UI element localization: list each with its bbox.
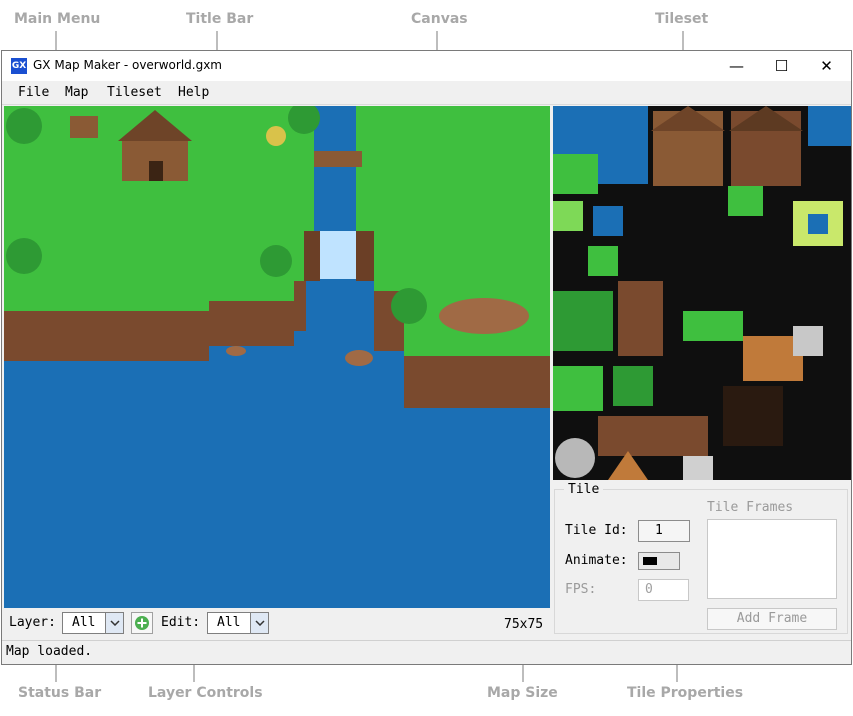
animate-checkbox[interactable]	[638, 552, 680, 570]
callout-main-menu: Main Menu	[14, 11, 101, 27]
menu-help[interactable]: Help	[178, 85, 209, 100]
tile-frames-list[interactable]	[707, 519, 837, 599]
tile-group-title: Tile	[564, 482, 604, 497]
edit-label: Edit:	[161, 615, 201, 630]
map-size-readout: 75x75	[504, 617, 544, 632]
tile-id-label: Tile Id:	[565, 523, 628, 538]
menu-tileset[interactable]: Tileset	[107, 85, 162, 100]
callout-tile-properties: Tile Properties	[627, 685, 744, 701]
layer-select[interactable]: All	[62, 612, 124, 634]
chevron-down-icon	[105, 613, 123, 633]
app-logo-icon: GX	[11, 58, 27, 74]
map-canvas[interactable]	[4, 106, 550, 608]
callout-status-bar: Status Bar	[18, 685, 102, 701]
edit-select[interactable]: All	[207, 612, 269, 634]
app-window: GX GX Map Maker - overworld.gxm — ☐ ✕ Fi…	[1, 50, 852, 665]
close-button[interactable]: ✕	[804, 51, 849, 81]
callout-tileset: Tileset	[655, 11, 709, 27]
minimize-button[interactable]: —	[714, 51, 759, 81]
menu-file[interactable]: File	[18, 85, 49, 100]
callout-map-size: Map Size	[487, 685, 558, 701]
layer-select-value: All	[72, 615, 96, 630]
callout-title-bar: Title Bar	[186, 11, 254, 27]
window-title: GX Map Maker - overworld.gxm	[33, 58, 222, 72]
menu-map[interactable]: Map	[65, 85, 88, 100]
animate-toggle-indicator	[643, 557, 657, 565]
tile-id-field[interactable]: 1	[638, 520, 690, 542]
tile-frames-label: Tile Frames	[707, 500, 794, 515]
callout-layer-controls: Layer Controls	[148, 685, 263, 701]
status-text: Map loaded.	[6, 644, 93, 659]
fps-field[interactable]: 0	[638, 579, 689, 601]
tileset-image	[553, 106, 851, 480]
add-layer-icon[interactable]	[131, 612, 153, 634]
animate-label: Animate:	[565, 553, 628, 568]
status-bar: Map loaded.	[2, 640, 851, 664]
layer-label: Layer:	[9, 615, 56, 630]
edit-select-value: All	[217, 615, 241, 630]
main-menu: File Map Tileset Help	[2, 81, 851, 105]
title-bar[interactable]: GX GX Map Maker - overworld.gxm — ☐ ✕	[2, 51, 851, 81]
fps-label: FPS:	[565, 582, 597, 597]
callout-canvas: Canvas	[411, 11, 468, 27]
map-scene	[4, 106, 550, 608]
chevron-down-icon	[250, 613, 268, 633]
tileset-panel[interactable]	[553, 106, 851, 480]
maximize-button[interactable]: ☐	[759, 51, 804, 81]
tile-id-value: 1	[655, 523, 663, 538]
fps-value: 0	[645, 582, 653, 597]
add-frame-button[interactable]: Add Frame	[707, 608, 837, 630]
